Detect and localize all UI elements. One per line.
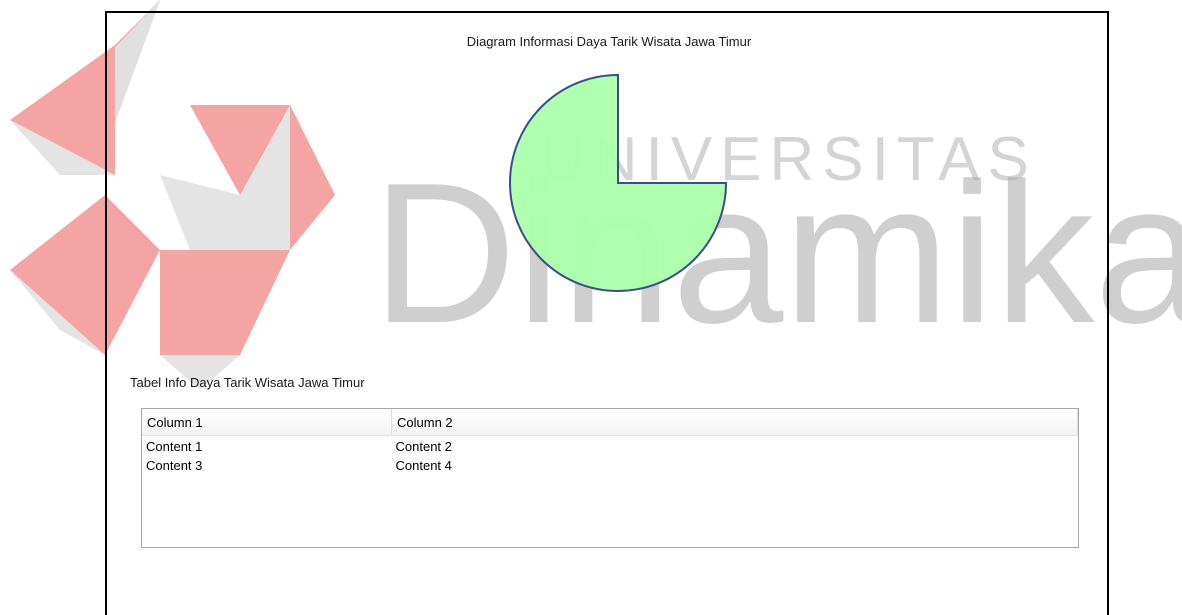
pie-chart xyxy=(509,73,728,292)
table-header-row: Column 1 Column 2 xyxy=(142,409,1078,436)
table-cell: Content 2 xyxy=(395,439,452,454)
pie-slice-2 xyxy=(618,75,726,183)
table-cell: Content 4 xyxy=(395,458,452,473)
pie-slice-1 xyxy=(509,73,728,292)
table-cell: Content 1 xyxy=(146,439,203,454)
chart-panel: Diagram Informasi Daya Tarik Wisata Jawa… xyxy=(105,11,1109,615)
table-caption: Tabel Info Daya Tarik Wisata Jawa Timur xyxy=(130,375,365,390)
table-row[interactable]: Content 3 Content 4 xyxy=(142,456,1078,476)
data-table[interactable]: Column 1 Column 2 Content 1 Content 2 Co… xyxy=(141,408,1079,548)
table-cell: Content 3 xyxy=(146,458,203,473)
table-row[interactable]: Content 1 Content 2 xyxy=(142,436,1078,457)
column-header-1[interactable]: Column 1 xyxy=(142,409,392,436)
window: UNIVERSITAS Dinamika Diagram Informasi D… xyxy=(0,0,1182,615)
column-header-2[interactable]: Column 2 xyxy=(391,409,1078,436)
